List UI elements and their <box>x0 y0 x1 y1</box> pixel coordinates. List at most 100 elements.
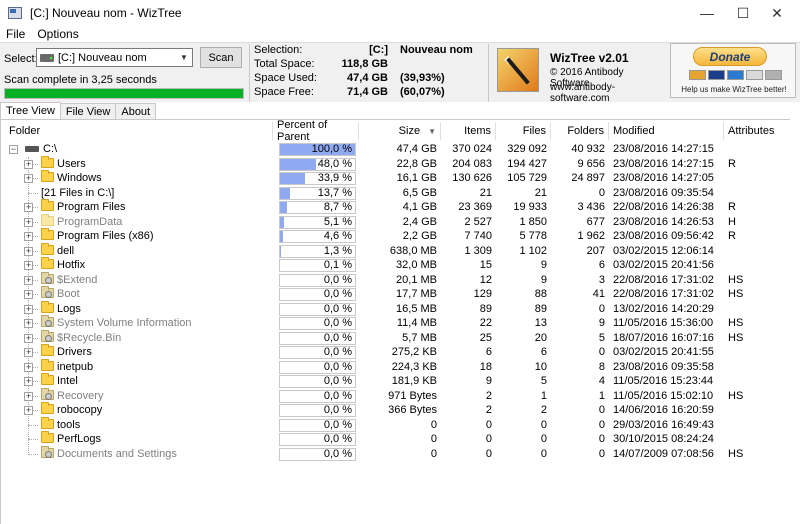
tree-row[interactable]: [21 Files in C:\] 13,7 % 6,5 GB 21 21 0 23/08/… <box>1 186 791 201</box>
tree-row[interactable]: + inetpub 0,0 % 224,3 KB 18 10 8 23/08/2016 09:… <box>1 358 791 375</box>
menu-options[interactable]: Options <box>31 27 84 41</box>
tree-row[interactable]: + Users 48,0 % 22,8 GB 204 083 194 427 9 656 23… <box>1 155 791 172</box>
close-button[interactable]: ✕ <box>754 0 800 26</box>
size-cell: 0 <box>430 447 437 460</box>
expand-icon[interactable]: + <box>24 319 33 328</box>
tree-row[interactable]: + Drivers 0,0 % 275,2 KB 6 6 0 03/02/2015 20:41… <box>1 344 791 360</box>
tree-row[interactable]: + dell 1,3 % 638,0 MB 1 309 1 102 207 03/02/201… <box>1 242 791 259</box>
percent-text: 33,9 % <box>317 172 352 184</box>
folders-cell: 5 <box>598 331 605 344</box>
size-cell: 5,7 MB <box>402 331 437 344</box>
expand-icon[interactable]: + <box>24 159 33 169</box>
percent-bar: 0,0 % <box>279 447 356 461</box>
expand-icon[interactable]: + <box>24 217 33 227</box>
expand-icon[interactable]: + <box>24 333 33 343</box>
modified-cell: 23/08/2016 14:27:15 <box>613 143 714 155</box>
col-files[interactable]: Files <box>496 122 551 140</box>
tab-about[interactable]: About <box>115 103 157 119</box>
modified-cell: 03/02/2015 20:41:56 <box>613 259 714 271</box>
expand-icon[interactable]: + <box>24 304 33 314</box>
tree-row[interactable]: + Boot 0,0 % 17,7 MB 129 88 41 22/08/2016 17:31… <box>1 286 791 302</box>
menu-file[interactable]: File <box>0 27 31 41</box>
tree-row[interactable]: + Program Files 8,7 % 4,1 GB 23 369 19 933 3 4… <box>1 199 791 215</box>
percent-text: 100,0 % <box>311 143 352 155</box>
chevron-down-icon[interactable]: ▼ <box>176 49 192 66</box>
system-folder-icon <box>41 315 54 327</box>
expand-icon[interactable]: + <box>24 261 33 270</box>
donate-panel[interactable]: Donate Help us make WizTree better! <box>670 43 796 98</box>
tree-row[interactable]: tools 0,0 % 0 0 0 0 29/03/2016 16:49:43 <box>1 416 791 433</box>
modified-cell: 18/07/2016 16:07:16 <box>613 331 714 344</box>
percent-bar: 100,0 % <box>279 143 356 156</box>
col-folders[interactable]: Folders <box>551 122 609 140</box>
modified-cell: 22/08/2016 17:31:02 <box>613 273 714 286</box>
tree-row[interactable]: + $Extend 0,0 % 20,1 MB 12 9 3 22/08/2016 17:31… <box>1 271 791 288</box>
size-cell: 16,5 MB <box>396 302 437 315</box>
folder-name: C:\ <box>43 143 58 155</box>
app-name: WizTree v2.01 <box>550 51 629 65</box>
tree-row[interactable]: + Logs 0,0 % 16,5 MB 89 89 0 13/02/2016 14:20:2… <box>1 300 791 317</box>
percent-text: 0,0 % <box>323 288 352 300</box>
expand-icon[interactable]: + <box>24 377 33 386</box>
total-space-value: 118,8 GB <box>341 58 388 70</box>
percent-bar: 0,0 % <box>279 433 356 446</box>
tree-row[interactable]: PerfLogs 0,0 % 0 0 0 0 30/10/2015 08:24:24 <box>1 431 791 447</box>
expand-icon[interactable]: + <box>24 203 33 212</box>
expand-icon[interactable]: + <box>24 362 33 372</box>
tree-row[interactable]: + ProgramData 5,1 % 2,4 GB 2 527 1 850 677 23/0… <box>1 213 791 230</box>
tree-row[interactable]: Documents and Settings 0,0 % 0 0 0 0 14/07/200… <box>1 445 791 462</box>
expand-icon[interactable]: + <box>24 348 33 357</box>
tree-row[interactable]: + Program Files (x86) 4,6 % 2,2 GB 7 740 5 77… <box>1 228 791 244</box>
attributes-cell: R <box>728 230 736 242</box>
percent-bar: 13,7 % <box>279 186 356 200</box>
tree-row[interactable]: + System Volume Information 0,0 % 11,4 MB 22… <box>1 315 791 331</box>
col-percent[interactable]: Percent of Parent <box>273 120 359 143</box>
expand-icon[interactable]: + <box>24 391 33 401</box>
percent-bar: 0,0 % <box>279 404 356 417</box>
expand-icon[interactable]: + <box>24 174 33 183</box>
collapse-icon[interactable]: − <box>9 145 18 154</box>
folder-name: System Volume Information <box>57 317 192 329</box>
website-link[interactable]: www.antibody-software.com <box>550 82 662 104</box>
col-folder[interactable]: Folder <box>5 122 273 140</box>
tree-row[interactable]: + Windows 33,9 % 16,1 GB 130 626 105 729 24 89… <box>1 170 791 186</box>
drive-select[interactable]: [C:] Nouveau nom ▼ <box>36 48 193 67</box>
folder-name: $Recycle.Bin <box>57 331 122 344</box>
expand-icon[interactable]: + <box>24 290 33 299</box>
percent-text: 0,0 % <box>323 389 352 402</box>
folder-tree-grid[interactable]: Folder Percent of Parent Size ▼ Items Fi… <box>0 119 800 524</box>
col-size[interactable]: Size ▼ <box>359 122 441 140</box>
donate-button[interactable]: Donate <box>693 47 767 66</box>
items-cell: 7 740 <box>464 230 492 242</box>
expand-icon[interactable]: + <box>24 232 33 241</box>
space-used-value: 47,4 GB <box>347 72 388 84</box>
folders-cell: 0 <box>598 433 605 445</box>
scan-button[interactable]: Scan <box>200 47 242 68</box>
tree-row[interactable]: + Hotfix 0,1 % 32,0 MB 15 9 6 03/02/2015 20:41:… <box>1 257 791 273</box>
payment-card-icon <box>765 70 782 80</box>
modified-cell: 30/10/2015 08:24:24 <box>613 433 714 445</box>
tab-tree-view[interactable]: Tree View <box>0 102 61 119</box>
system-folder-icon <box>41 445 54 458</box>
col-modified[interactable]: Modified <box>609 122 724 140</box>
size-cell: 0 <box>430 418 437 431</box>
tree-row[interactable]: + robocopy 0,0 % 366 Bytes 2 2 0 14/06/2016 16:… <box>1 402 791 418</box>
tree-row[interactable]: + $Recycle.Bin 0,0 % 5,7 MB 25 20 5 18/07/2016 … <box>1 329 791 346</box>
tree-guide-line <box>28 453 38 455</box>
items-cell: 25 <box>479 331 492 344</box>
percent-text: 0,0 % <box>323 433 352 445</box>
tree-row[interactable]: − C:\ 100,0 % 47,4 GB 370 024 329 092 40 932 23… <box>1 142 791 157</box>
files-cell: 9 <box>540 273 547 286</box>
percent-bar: 5,1 % <box>279 215 356 229</box>
col-attributes[interactable]: Attributes <box>724 122 791 140</box>
percent-bar-fill <box>280 216 284 228</box>
expand-icon[interactable]: + <box>24 246 33 256</box>
tree-row[interactable]: + Intel 0,0 % 181,9 KB 9 5 4 11/05/2016 15:23:4… <box>1 373 791 389</box>
tab-file-view[interactable]: File View <box>59 103 117 119</box>
expand-icon[interactable]: + <box>24 406 33 415</box>
size-cell: 181,9 KB <box>391 375 437 387</box>
col-items[interactable]: Items <box>441 122 496 140</box>
expand-icon[interactable]: + <box>24 275 33 285</box>
modified-cell: 29/03/2016 16:49:43 <box>613 418 714 431</box>
tree-row[interactable]: + Recovery 0,0 % 971 Bytes 2 1 1 11/05/2016 15:… <box>1 387 791 404</box>
